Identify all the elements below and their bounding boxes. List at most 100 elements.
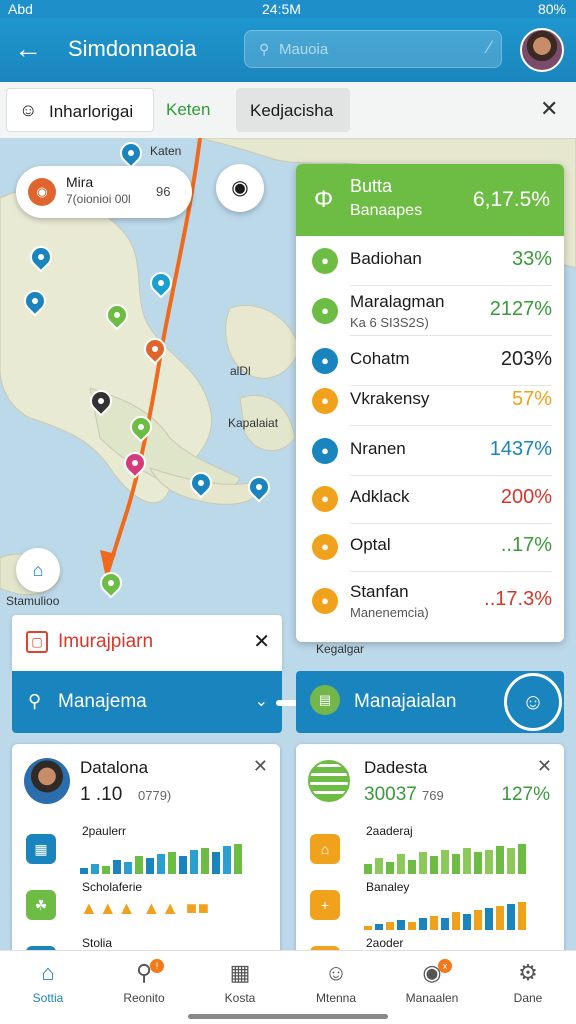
map-label: alDl (230, 364, 251, 378)
sparkline-bar (408, 860, 416, 874)
management-panel[interactable]: ▤ Manajaialan ☺ (296, 671, 564, 733)
nav-item-grid[interactable]: ▦ Kosta (192, 959, 288, 1015)
close-icon[interactable]: ✕ (253, 756, 268, 777)
filter-chip-keten[interactable]: Keten (166, 100, 210, 120)
map-label: Kapalaiat (228, 416, 279, 430)
metric-label: Banaley (366, 880, 410, 894)
map-popup[interactable]: ◉ Mira 7(oionioi 00l 96 (16, 166, 192, 218)
notification-badge: ! (150, 959, 164, 973)
status-bar: Abd 24:5M 80% (0, 0, 576, 18)
home-indicator (188, 1014, 388, 1019)
profile-avatar[interactable] (520, 28, 564, 72)
alert-card[interactable]: ▢ Imurajpiarn ✕ (12, 615, 282, 671)
sparkline-bar (397, 854, 405, 874)
stat-name: Adklack (350, 487, 410, 506)
sparkline-bar (179, 856, 187, 874)
filter-chip-selected[interactable]: Kedjacisha (236, 88, 350, 132)
filter-bar: ☺ Inharlorigai Keten Kedjacisha ✕ (0, 82, 576, 138)
summary-card-right[interactable]: Dadesta 30037 769 127% ✕ ⌂ 2aaderaj + Ba… (296, 744, 564, 974)
sparkline-bar (190, 850, 198, 874)
selected-chip-label: Kedjacisha (250, 101, 334, 120)
grid-icon: ▦ (229, 960, 251, 985)
app-bar: ← Simdonnaoia ⚲ Mauoia ∕ (0, 18, 576, 82)
nav-label: Reonito (123, 991, 165, 1005)
stat-value: 203% (500, 348, 552, 370)
sparkline-bar (135, 856, 143, 874)
user-filter-chip[interactable]: ☺ Inharlorigai (6, 88, 154, 132)
stat-row[interactable]: ● Vkrakensy 57% (296, 376, 564, 426)
chart-icon: ▦ (26, 834, 56, 864)
stat-value: ..17% (500, 534, 552, 556)
stat-row[interactable]: ● Optal ..17% (296, 522, 564, 572)
search-icon: ⚲ (259, 41, 270, 57)
bar-sparkline (364, 842, 554, 874)
sparkline-bar (518, 844, 526, 874)
card-title: Dadesta (364, 758, 428, 777)
back-arrow-icon[interactable]: ← (14, 34, 48, 66)
close-icon[interactable]: ✕ (253, 629, 270, 654)
close-icon[interactable]: ✕ (540, 96, 558, 122)
search-icon: ⚲ (28, 691, 42, 711)
alert-icon: ▢ (26, 631, 48, 653)
home-icon: ⌂ (41, 960, 55, 985)
people-icons: ▲▲▲ ▲▲ ■■ (80, 898, 210, 918)
clear-icon[interactable]: ∕ (488, 37, 491, 58)
avatar (24, 758, 70, 804)
sparkline-bar (223, 846, 231, 874)
metric-row: ☘ Scholaferie ▲▲▲ ▲▲ ■■ (12, 874, 280, 934)
location-icon: ◉ (28, 178, 56, 206)
plus-icon: + (310, 890, 340, 920)
card-value-sub: 0779) (138, 788, 172, 803)
sparkline-bar (452, 854, 460, 874)
search-input[interactable]: ⚲ Mauoia ∕ (244, 30, 502, 68)
alert-label: Imurajpiarn (58, 631, 154, 652)
sparkline-bar (463, 848, 471, 874)
category-icon: ● (312, 248, 338, 274)
sparkline-bar (375, 858, 383, 874)
pin-icon: ◉ x (384, 959, 480, 987)
close-icon[interactable]: ✕ (537, 756, 552, 777)
bar-sparkline (364, 898, 554, 930)
stat-row[interactable]: ● Adklack 200% (296, 474, 564, 524)
sparkline-bar (474, 910, 482, 930)
locate-button[interactable]: ⌂ (16, 548, 60, 592)
sparkline-bar (364, 864, 372, 874)
stat-row[interactable]: ● Stanfan Manenemcia) ..17.3% (296, 576, 564, 626)
sparkline-bar (408, 922, 416, 930)
sparkline-bar (485, 908, 493, 930)
document-icon: ▤ (310, 685, 340, 715)
bottom-navigation: ⌂ Sottia ⚲! Reonito ▦ Kosta ☺ Mtenna ◉ x … (0, 950, 576, 1024)
layers-icon[interactable]: ◉ (216, 164, 264, 212)
user-icon: ☺ (324, 960, 348, 985)
sparkline-bar (496, 846, 504, 874)
stat-row[interactable]: ● Badiohan 33% (296, 236, 564, 286)
sparkline-bar (430, 856, 438, 874)
app-title: Simdonnaoia (68, 36, 197, 61)
stat-row[interactable]: ● Nranen 1437% (296, 426, 564, 476)
nav-item-settings[interactable]: ⚙ Dane (480, 959, 576, 1015)
stat-name: Optal (350, 535, 391, 554)
sparkline-bar (463, 914, 471, 930)
sparkline-bar (430, 916, 438, 930)
stat-row[interactable]: ● Maralagman Ka 6 SI3S2S) 2127% (296, 286, 564, 336)
nav-label: Mtenna (315, 991, 357, 1005)
category-icon: ● (312, 298, 338, 324)
sparkline-bar (507, 904, 515, 930)
stats-panel: Φ Butta Banaapes 6,17.5% ● Badiohan 33% ● Ma… (296, 164, 564, 642)
nav-label: Dane (513, 991, 543, 1005)
nav-item-user[interactable]: ☺ Mtenna (288, 959, 384, 1015)
chevron-down-icon: ⌄ (254, 693, 268, 710)
user-icon[interactable]: ☺ (504, 673, 562, 731)
nav-item-pin[interactable]: ◉ x Manaalen (384, 959, 480, 1015)
summary-card-left[interactable]: Datalona 1 .10 0779) ✕ ▦ 2paulerr ☘ Scho… (12, 744, 280, 974)
nav-item-search[interactable]: ⚲! Reonito (96, 959, 192, 1015)
nav-item-home[interactable]: ⌂ Sottia (0, 959, 96, 1015)
metric-label: Stolia (82, 936, 113, 950)
management-dropdown[interactable]: ⚲ Manajema ⌄ (12, 671, 282, 733)
metric-label: 2paulerr (82, 824, 127, 838)
stat-value: 1437% (489, 438, 552, 460)
sparkline-bar (201, 848, 209, 874)
sparkline-bar (474, 852, 482, 874)
sparkline-bar (518, 902, 526, 930)
card-value: 1 .10 (80, 784, 123, 805)
